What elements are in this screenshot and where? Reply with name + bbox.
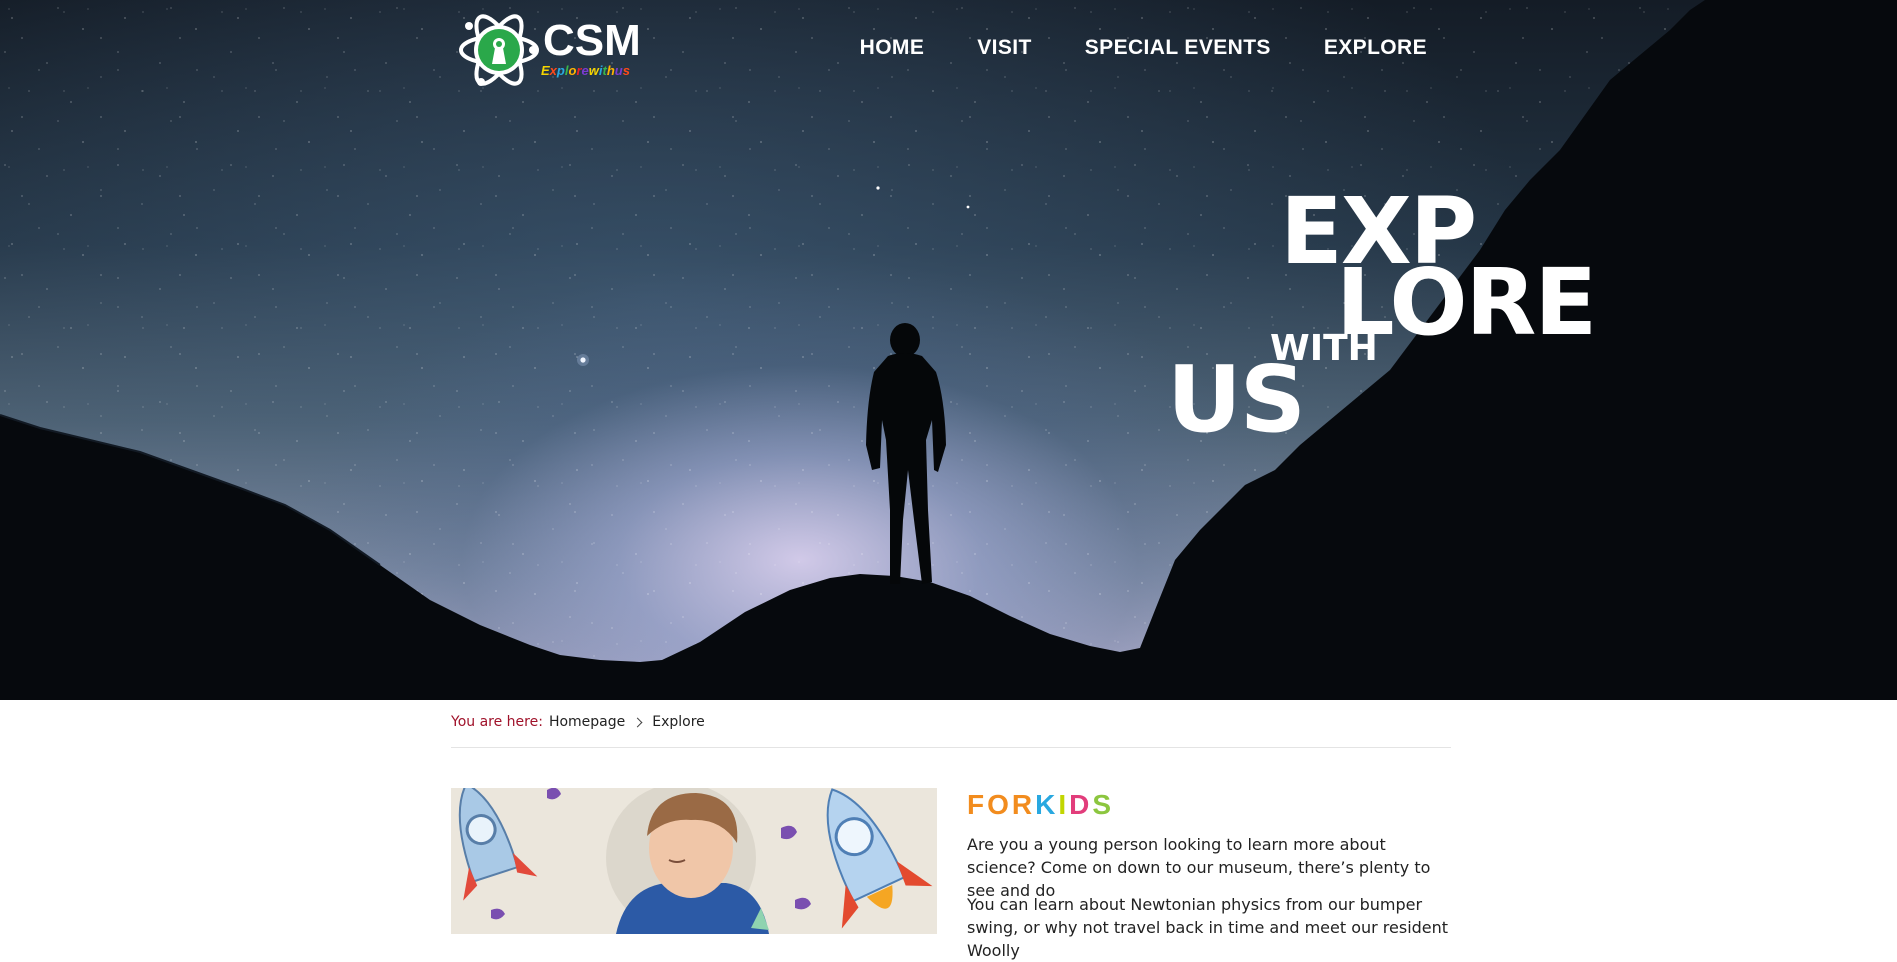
person-silhouette xyxy=(866,323,946,584)
for-kids-letter: O xyxy=(987,789,1012,820)
hero-banner: CSM Explore with us HOME VISIT SPECIAL E… xyxy=(0,0,1897,700)
logo-tagline-letter: e xyxy=(581,63,589,78)
breadcrumb-divider xyxy=(451,747,1451,748)
main-nav: HOME VISIT SPECIAL EVENTS EXPLORE xyxy=(860,36,1427,60)
logo-tagline-letter: p xyxy=(556,63,565,78)
for-kids-letter: S xyxy=(1092,789,1115,820)
nav-home[interactable]: HOME xyxy=(860,36,925,60)
logo-tagline-letter: E xyxy=(541,63,550,78)
nav-special-events[interactable]: SPECIAL EVENTS xyxy=(1085,36,1271,60)
logo-tagline-letter: w xyxy=(588,63,599,78)
logo-tagline-letter: x xyxy=(549,63,557,78)
atom-keyhole-icon xyxy=(459,14,539,86)
site-logo[interactable]: CSM Explore with us xyxy=(457,8,642,92)
logo-wordmark: CSM xyxy=(543,16,641,65)
chevron-right-icon xyxy=(632,717,643,727)
mountain-silhouette xyxy=(0,0,1897,700)
hero-headline-us: US xyxy=(1167,346,1306,453)
kids-paragraph-1: Are you a young person looking to learn … xyxy=(967,835,1431,900)
kids-paragraph-2: You can learn about Newtonian physics fr… xyxy=(967,895,1449,960)
logo-tagline: Explore with us xyxy=(541,63,630,78)
for-kids-letter: F xyxy=(967,789,988,820)
logo-tagline-letter: h xyxy=(606,63,615,78)
breadcrumb-homepage-link[interactable]: Homepage xyxy=(549,714,625,730)
logo-tagline-letter: s xyxy=(622,63,630,78)
breadcrumb-label: You are here: xyxy=(451,714,543,730)
logo-tagline-letter: u xyxy=(614,63,623,78)
kids-illustration xyxy=(451,788,937,934)
for-kids-letter: I xyxy=(1058,789,1070,820)
for-kids-letter: R xyxy=(1011,789,1036,820)
breadcrumb-current: Explore xyxy=(652,714,705,730)
for-kids-heading: FOR KIDS xyxy=(967,789,1114,821)
for-kids-letter: K xyxy=(1035,789,1059,820)
nav-visit[interactable]: VISIT xyxy=(977,36,1032,60)
logo-tagline-letter: o xyxy=(568,63,577,78)
for-kids-letter: D xyxy=(1069,789,1093,820)
kids-image xyxy=(451,788,937,934)
breadcrumb: You are here: Homepage Explore xyxy=(451,714,1451,730)
nav-explore[interactable]: EXPLORE xyxy=(1324,36,1427,60)
